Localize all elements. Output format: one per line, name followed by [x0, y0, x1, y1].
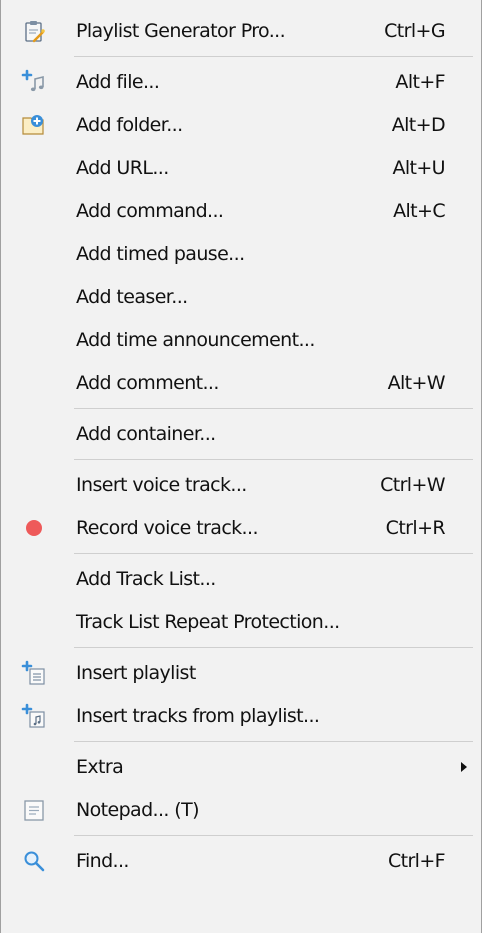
menu-item-add-track-list[interactable]: Add Track List... [1, 557, 481, 600]
menu-item-label: Track List Repeat Protection... [76, 610, 340, 633]
menu-item-add-command[interactable]: Add command... Alt+C [1, 189, 481, 232]
insert-tracks-icon [21, 703, 47, 729]
menu-item-label: Add time announcement... [76, 328, 315, 351]
menu-separator [74, 408, 473, 409]
menu-item-label: Add folder... [76, 113, 183, 136]
menu-separator [74, 56, 473, 57]
menu-item-label: Add URL... [76, 156, 169, 179]
menu-separator [74, 647, 473, 648]
menu-item-shortcut: Alt+D [391, 113, 446, 136]
menu-separator [74, 835, 473, 836]
magnifier-icon [21, 848, 47, 874]
menu-item-add-comment[interactable]: Add comment... Alt+W [1, 361, 481, 404]
menu-item-shortcut: Ctrl+W [380, 473, 446, 496]
menu-item-label: Insert playlist [76, 661, 196, 684]
add-folder-icon [21, 112, 47, 138]
notepad-icon [21, 797, 47, 823]
menu-item-label: Record voice track... [76, 516, 258, 539]
menu-item-add-teaser[interactable]: Add teaser... [1, 275, 481, 318]
menu-item-playlist-generator[interactable]: Playlist Generator Pro... Ctrl+G [1, 9, 481, 52]
menu-item-label: Add Track List... [76, 567, 216, 590]
menu-item-shortcut: Alt+C [393, 199, 446, 222]
menu-item-add-timed-pause[interactable]: Add timed pause... [1, 232, 481, 275]
menu-item-label: Find... [76, 849, 129, 872]
menu-item-shortcut: Ctrl+F [387, 849, 446, 872]
menu-item-shortcut: Alt+W [387, 371, 446, 394]
menu-item-track-list-repeat-protection[interactable]: Track List Repeat Protection... [1, 600, 481, 643]
menu-item-add-folder[interactable]: Add folder... Alt+D [1, 103, 481, 146]
context-menu: Playlist Generator Pro... Ctrl+G Add fil… [0, 0, 482, 933]
menu-item-label: Notepad... (T) [76, 798, 200, 821]
menu-separator [74, 553, 473, 554]
menu-item-find[interactable]: Find... Ctrl+F [1, 839, 481, 882]
menu-item-label: Add command... [76, 199, 224, 222]
menu-item-shortcut: Alt+F [395, 70, 445, 93]
submenu-arrow-icon [461, 761, 467, 772]
add-music-note-icon [21, 69, 47, 95]
menu-separator [74, 741, 473, 742]
record-icon [21, 515, 47, 541]
clipboard-wand-icon [21, 18, 47, 44]
menu-item-shortcut: Ctrl+G [384, 19, 445, 42]
menu-item-insert-playlist[interactable]: Insert playlist [1, 651, 481, 694]
menu-item-shortcut: Ctrl+R [385, 516, 446, 539]
menu-separator [74, 459, 473, 460]
menu-item-notepad[interactable]: Notepad... (T) [1, 788, 481, 831]
insert-playlist-icon [21, 660, 47, 686]
menu-item-label: Playlist Generator Pro... [76, 19, 286, 42]
menu-item-label: Add timed pause... [76, 242, 245, 265]
menu-item-record-voice-track[interactable]: Record voice track... Ctrl+R [1, 506, 481, 549]
menu-item-add-file[interactable]: Add file... Alt+F [1, 60, 481, 103]
menu-item-label: Add comment... [76, 371, 219, 394]
menu-item-label: Insert voice track... [76, 473, 247, 496]
menu-item-extra[interactable]: Extra [1, 745, 481, 788]
menu-item-add-time-announcement[interactable]: Add time announcement... [1, 318, 481, 361]
menu-item-shortcut: Alt+U [392, 156, 445, 179]
menu-item-insert-voice-track[interactable]: Insert voice track... Ctrl+W [1, 463, 481, 506]
menu-item-add-url[interactable]: Add URL... Alt+U [1, 146, 481, 189]
menu-item-label: Add file... [76, 70, 160, 93]
menu-item-label: Add teaser... [76, 285, 188, 308]
menu-item-label: Insert tracks from playlist... [76, 704, 320, 727]
menu-item-label: Add container... [76, 422, 216, 445]
menu-item-label: Extra [76, 755, 124, 778]
menu-item-add-container[interactable]: Add container... [1, 412, 481, 455]
menu-item-insert-tracks-from-playlist[interactable]: Insert tracks from playlist... [1, 694, 481, 737]
